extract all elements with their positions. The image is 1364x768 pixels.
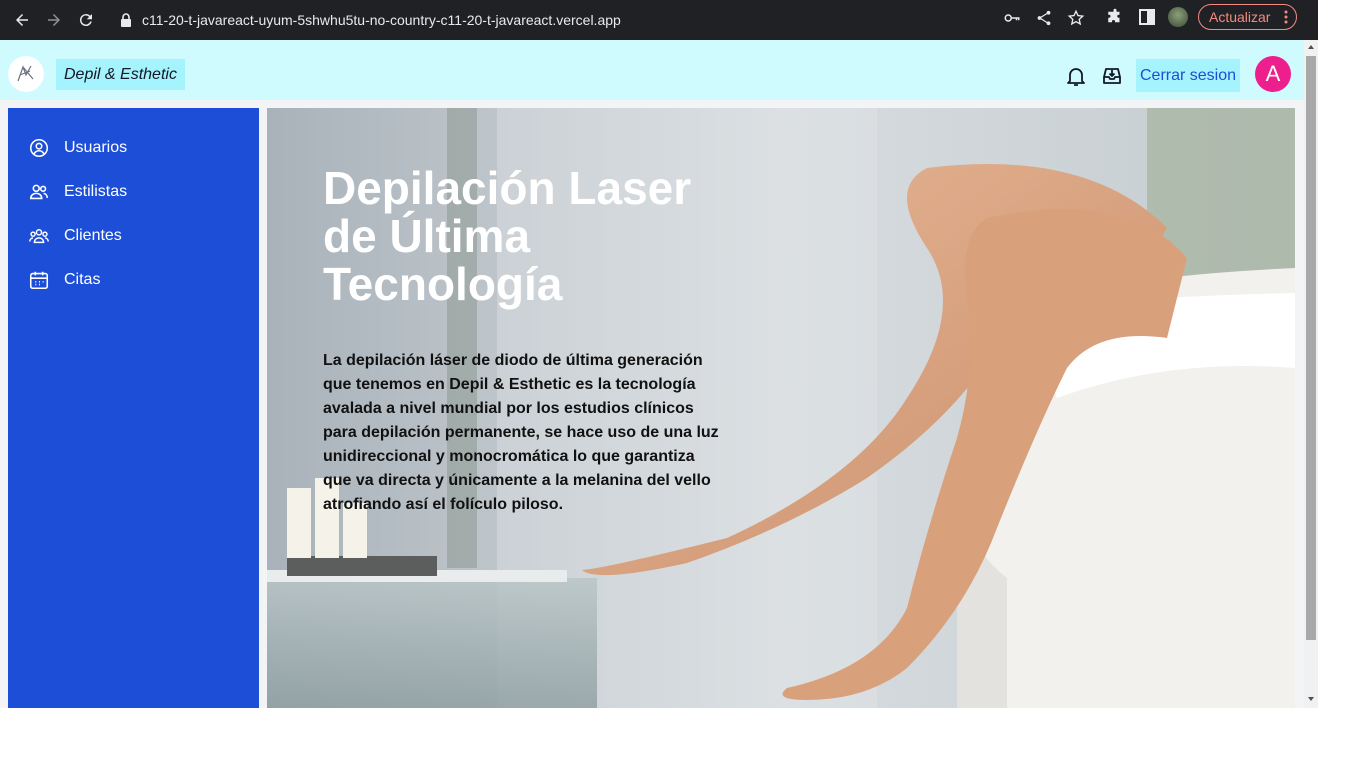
hero-banner: Depilación Laser de Última Tecnología La… [267, 108, 1295, 708]
user-group-icon [29, 229, 49, 244]
sidebar-item-usuarios[interactable]: Usuarios [28, 134, 127, 162]
scroll-up-arrow-icon[interactable] [1306, 42, 1316, 52]
update-label: Actualizar [1209, 9, 1271, 25]
update-button[interactable]: Actualizar [1198, 4, 1298, 30]
sidebar-item-label: Usuarios [64, 139, 128, 156]
brand-name[interactable]: Depil & Esthetic [56, 59, 185, 90]
users-icon [29, 184, 49, 200]
bell-icon[interactable] [1064, 64, 1088, 88]
scrollbar-thumb[interactable] [1306, 56, 1316, 640]
hero-description: La depilación láser de diodo de última g… [323, 352, 719, 513]
app-header: Depil & Esthetic Cerrar sesion A [0, 40, 1304, 100]
user-circle-icon [29, 138, 49, 158]
sidebar-item-clientes[interactable]: Clientes [28, 222, 122, 250]
reload-button[interactable] [70, 4, 102, 36]
sidebar-item-estilistas[interactable]: Estilistas [28, 178, 127, 206]
sidebar-item-label: Citas [64, 271, 101, 288]
share-icon[interactable] [1035, 9, 1053, 27]
extensions-icon[interactable] [1104, 6, 1126, 28]
side-panel-icon[interactable] [1136, 6, 1158, 28]
app-logo[interactable] [8, 56, 44, 92]
sidebar-item-label: Clientes [64, 227, 122, 244]
lock-icon [121, 13, 131, 27]
profile-avatar[interactable] [1168, 7, 1188, 27]
scroll-down-arrow-icon[interactable] [1306, 694, 1316, 704]
star-icon[interactable] [1067, 9, 1085, 27]
key-icon[interactable] [1003, 9, 1021, 27]
more-vert-icon [1284, 10, 1288, 24]
calendar-icon [29, 271, 49, 290]
arrow-right-icon [48, 14, 60, 26]
url-text: c11-20-t-javareact-uyum-5shwhu5tu-no-cou… [142, 12, 621, 28]
chrome-actions: Actualizar [1104, 4, 1298, 30]
sidebar-item-citas[interactable]: Citas [28, 266, 100, 294]
logo-icon [17, 65, 34, 82]
sidebar: Usuarios Estilistas Clientes Citas [8, 108, 259, 708]
sidebar-item-label: Estilistas [64, 183, 128, 200]
back-button[interactable] [6, 4, 38, 36]
inbox-icon[interactable] [1100, 64, 1124, 88]
logout-button[interactable]: Cerrar sesion [1136, 59, 1241, 92]
arrow-left-icon [16, 14, 28, 26]
user-avatar[interactable]: A [1255, 56, 1291, 92]
hero-title: Depilación Laser de Última Tecnología [323, 162, 692, 310]
address-bar[interactable]: c11-20-t-javareact-uyum-5shwhu5tu-no-cou… [108, 6, 1094, 34]
browser-toolbar: c11-20-t-javareact-uyum-5shwhu5tu-no-cou… [0, 0, 1318, 40]
forward-button[interactable] [38, 4, 70, 36]
reload-icon [79, 14, 92, 27]
